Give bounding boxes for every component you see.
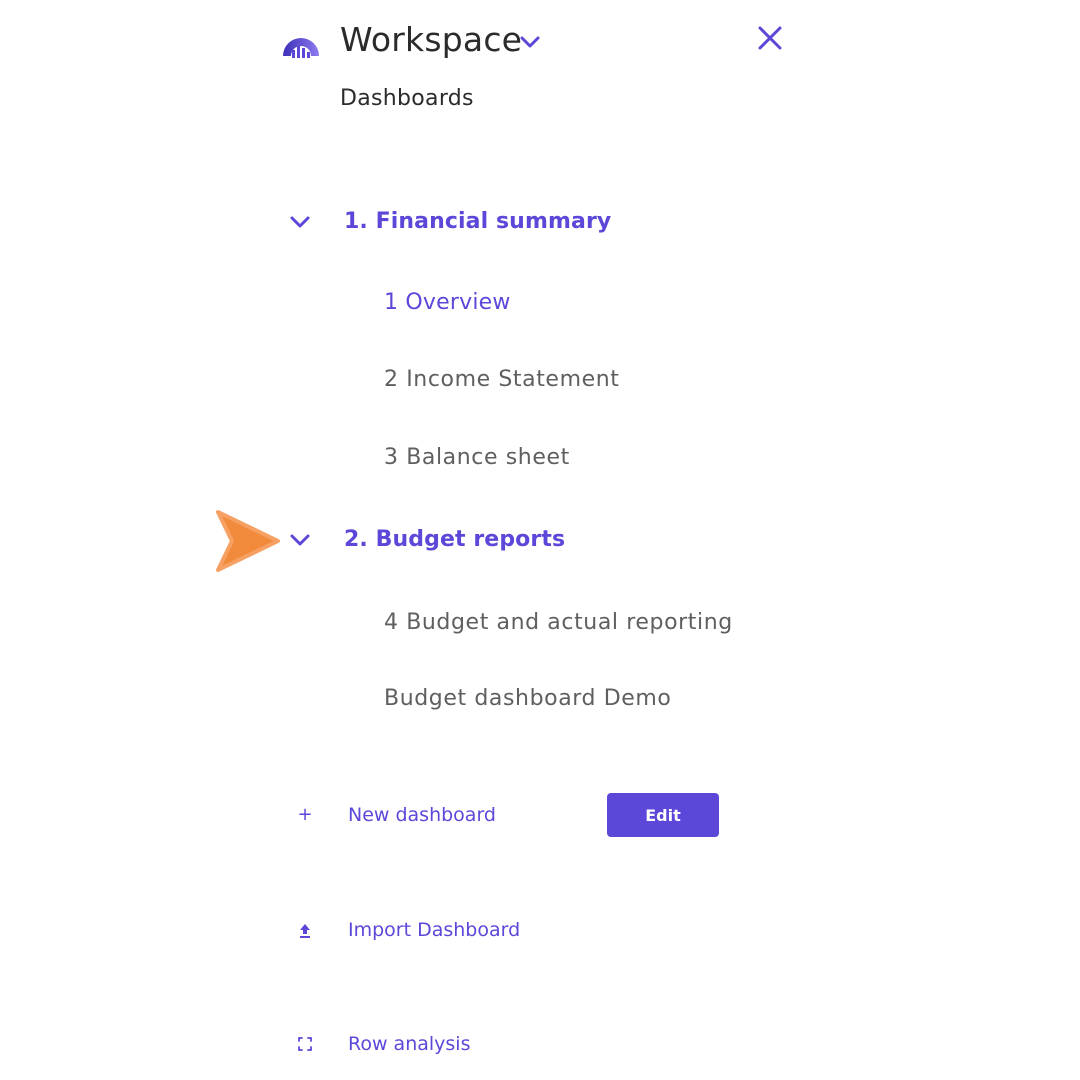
edit-button[interactable]: Edit bbox=[607, 793, 719, 837]
group-1-chevron-down-icon[interactable] bbox=[288, 214, 312, 230]
group-financial-summary[interactable]: 1. Financial summary bbox=[344, 207, 611, 237]
group-2-chevron-down-icon[interactable] bbox=[288, 532, 312, 548]
section-title: Dashboards bbox=[340, 86, 474, 111]
workspace-logo[interactable] bbox=[280, 26, 322, 62]
dashboard-item-overview[interactable]: 1 Overview bbox=[384, 288, 511, 318]
upload-icon bbox=[300, 924, 310, 938]
dashboards-sidebar: Workspace Dashboards 1. Financial summar… bbox=[0, 0, 1080, 1080]
workspace-title[interactable]: Workspace bbox=[340, 18, 522, 62]
row-analysis-link[interactable]: Row analysis bbox=[348, 1030, 470, 1058]
dashboard-item-budget-actual[interactable]: 4 Budget and actual reporting bbox=[384, 608, 733, 638]
chevron-down-icon[interactable] bbox=[518, 34, 542, 50]
close-icon[interactable] bbox=[756, 24, 784, 52]
dashboard-item-balance-sheet[interactable]: 3 Balance sheet bbox=[384, 443, 570, 473]
import-dashboard-link[interactable]: Import Dashboard bbox=[348, 916, 520, 944]
group-budget-reports[interactable]: 2. Budget reports bbox=[344, 525, 565, 555]
plus-icon: + bbox=[297, 804, 313, 825]
new-dashboard-link[interactable]: New dashboard bbox=[348, 801, 496, 829]
dashboard-item-budget-demo[interactable]: Budget dashboard Demo bbox=[384, 684, 671, 714]
expand-icon bbox=[298, 1037, 312, 1051]
dashboard-item-income-statement[interactable]: 2 Income Statement bbox=[384, 365, 620, 395]
pointer-arrow-icon bbox=[216, 510, 280, 572]
